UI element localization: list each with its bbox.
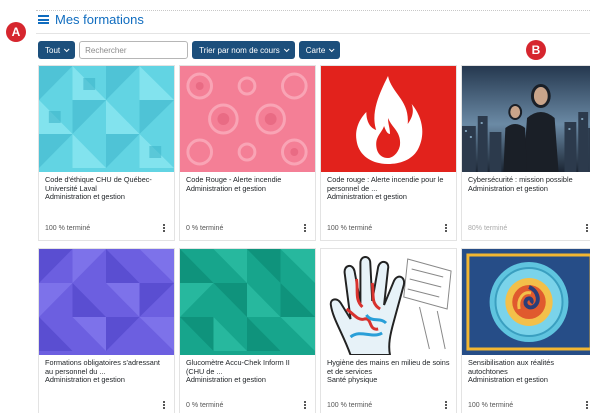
annotation-marker-a: A <box>6 22 26 42</box>
course-card[interactable]: Code d'éthique CHU de Québec-Université … <box>38 65 175 241</box>
more-options-icon[interactable] <box>586 224 590 232</box>
course-card[interactable]: Sensibilisation aux réalités autochtones… <box>461 248 590 413</box>
course-title[interactable]: Hygiène des mains en milieu de soins et … <box>327 358 450 376</box>
course-image[interactable] <box>39 66 174 172</box>
more-options-icon[interactable] <box>304 224 309 232</box>
more-options-icon[interactable] <box>586 401 590 409</box>
filter-dropdown[interactable]: Tout <box>38 41 76 59</box>
view-label: Carte <box>305 45 326 55</box>
annotation-marker-b: B <box>526 40 546 60</box>
course-category: Administration et gestion <box>45 192 125 202</box>
course-card[interactable]: Glucomètre Accu-Chek Inform II (CHU de .… <box>179 248 316 413</box>
course-category: Administration et gestion <box>327 192 407 202</box>
chevron-down-icon <box>64 46 70 53</box>
hamburger-icon[interactable] <box>38 15 49 24</box>
more-options-icon[interactable] <box>163 224 168 232</box>
sort-dropdown[interactable]: Trier par nom de cours <box>192 41 295 59</box>
course-progress: 100 % terminé <box>468 401 514 409</box>
more-options-icon[interactable] <box>445 401 450 409</box>
course-title[interactable]: Sensibilisation aux réalités autochtones <box>468 358 590 376</box>
course-image[interactable] <box>180 249 315 355</box>
more-options-icon[interactable] <box>304 401 309 409</box>
medallion-icon <box>489 262 569 342</box>
course-card[interactable]: Code Rouge - Alerte incendie Administrat… <box>179 65 316 241</box>
course-image[interactable] <box>180 66 315 172</box>
course-progress: 100 % terminé <box>327 401 373 409</box>
course-title[interactable]: Glucomètre Accu-Chek Inform II (CHU de .… <box>186 358 309 376</box>
course-card[interactable]: Formations obligatoires s'adressant au p… <box>38 248 175 413</box>
sort-label: Trier par nom de cours <box>199 45 280 55</box>
more-options-icon[interactable] <box>163 401 168 409</box>
course-image[interactable] <box>462 249 590 355</box>
view-dropdown[interactable]: Carte <box>298 41 341 59</box>
course-title[interactable]: Code d'éthique CHU de Québec-Université … <box>45 175 168 193</box>
course-progress: 100 % terminé <box>45 224 91 232</box>
page-title: Mes formations <box>55 12 144 27</box>
course-progress: 100 % terminé <box>327 224 373 232</box>
course-category: Administration et gestion <box>45 375 125 385</box>
course-category: Administration et gestion <box>186 375 266 385</box>
course-progress: 0 % terminé <box>186 401 224 409</box>
course-card[interactable]: Code rouge : Alerte incendie pour le per… <box>320 65 457 241</box>
course-grid: Code d'éthique CHU de Québec-Université … <box>38 65 590 413</box>
page-header[interactable]: Mes formations <box>38 12 144 27</box>
course-title[interactable]: Formations obligatoires s'adressant au p… <box>45 358 168 376</box>
course-image[interactable] <box>321 249 456 355</box>
header-divider <box>36 33 590 34</box>
chevron-down-icon <box>329 46 335 53</box>
course-image[interactable] <box>462 66 590 172</box>
more-options-icon[interactable] <box>445 224 450 232</box>
chevron-down-icon <box>283 46 290 53</box>
course-progress: 80% terminé <box>468 224 508 232</box>
course-card[interactable]: Cybersécurité : mission possible Adminis… <box>461 65 590 241</box>
course-title[interactable]: Code rouge : Alerte incendie pour le per… <box>327 175 450 193</box>
course-category: Administration et gestion <box>468 183 548 193</box>
course-category: Santé physique <box>327 375 378 385</box>
course-progress: 0 % terminé <box>186 224 224 232</box>
course-toolbar: Tout Rechercher Trier par nom de cours C… <box>38 41 341 59</box>
course-category: Administration et gestion <box>186 183 266 193</box>
course-image[interactable] <box>321 66 456 172</box>
search-input[interactable]: Rechercher <box>79 41 189 59</box>
my-courses-page: Mes formations A B Tout Rechercher Trier… <box>0 0 590 413</box>
course-image[interactable] <box>39 249 174 355</box>
course-card[interactable]: Hygiène des mains en milieu de soins et … <box>320 248 457 413</box>
top-divider <box>36 10 590 11</box>
course-category: Administration et gestion <box>468 375 548 385</box>
filter-label: Tout <box>45 45 61 55</box>
